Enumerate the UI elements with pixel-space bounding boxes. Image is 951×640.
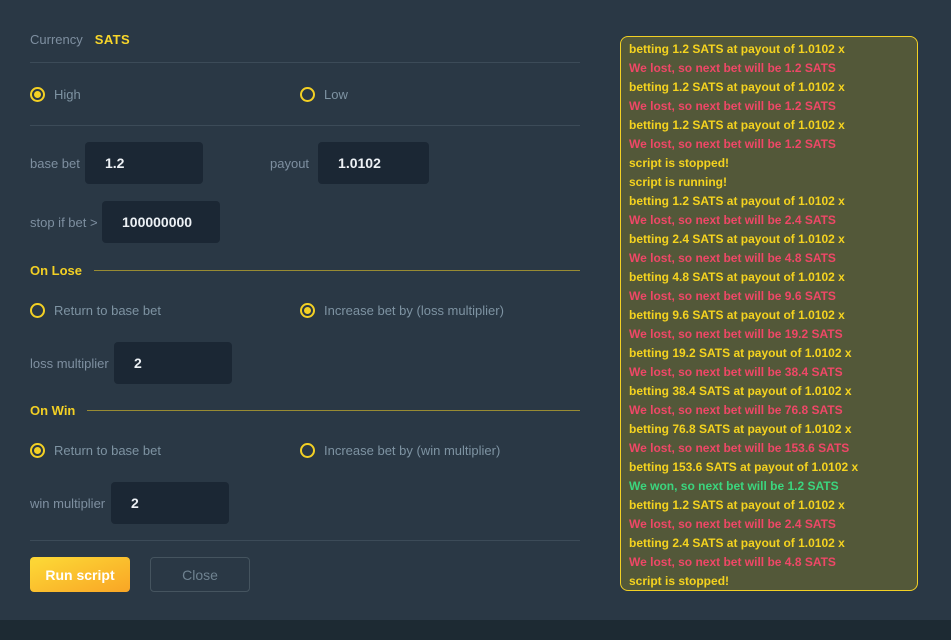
radio-icon[interactable]	[30, 87, 45, 102]
log-line: We lost, so next bet will be 9.6 SATS	[629, 287, 909, 306]
radio-lose-increase-bet[interactable]: Increase bet by (loss multiplier)	[300, 303, 504, 318]
base-bet-label: base bet	[30, 156, 85, 171]
divider	[30, 125, 580, 126]
base-bet-payout-row: base bet payout	[30, 142, 580, 184]
currency-label: Currency	[30, 32, 83, 47]
radio-icon[interactable]	[300, 443, 315, 458]
radio-win-return-to-base[interactable]: Return to base bet	[30, 443, 300, 458]
log-line: We lost, so next bet will be 19.2 SATS	[629, 325, 909, 344]
payout-label: payout	[270, 156, 309, 171]
radio-high-label: High	[54, 87, 81, 102]
log-line: We lost, so next bet will be 1.2 SATS	[629, 135, 909, 154]
log-line: We lost, so next bet will be 2.4 SATS	[629, 211, 909, 230]
close-button[interactable]: Close	[150, 557, 250, 592]
log-line: betting 4.8 SATS at payout of 1.0102 x	[629, 268, 909, 287]
footer-strip	[0, 620, 951, 640]
direction-radio-group: High Low	[30, 86, 580, 102]
log-line: betting 153.6 SATS at payout of 1.0102 x	[629, 458, 909, 477]
on-lose-title: On Lose	[30, 263, 82, 278]
run-script-button[interactable]: Run script	[30, 557, 130, 592]
log-line: script is stopped!	[629, 154, 909, 173]
script-log-console[interactable]: betting 1.2 SATS at payout of 1.0102 xWe…	[620, 36, 918, 591]
radio-icon[interactable]	[300, 303, 315, 318]
on-win-title: On Win	[30, 403, 75, 418]
action-buttons-row: Run script Close	[30, 557, 580, 592]
base-bet-input[interactable]	[85, 142, 203, 184]
log-line: betting 1.2 SATS at payout of 1.0102 x	[629, 78, 909, 97]
radio-low-label: Low	[324, 87, 348, 102]
on-lose-radio-group: Return to base bet Increase bet by (loss…	[30, 302, 580, 318]
log-line: We lost, so next bet will be 38.4 SATS	[629, 363, 909, 382]
log-line: script is running!	[629, 173, 909, 192]
stop-if-bet-label: stop if bet >	[30, 215, 102, 230]
currency-row: Currency SATS	[30, 31, 580, 47]
log-line: betting 2.4 SATS at payout of 1.0102 x	[629, 230, 909, 249]
radio-icon[interactable]	[30, 443, 45, 458]
stop-if-bet-row: stop if bet >	[30, 201, 580, 243]
loss-multiplier-row: loss multiplier	[30, 342, 580, 384]
radio-label: Increase bet by (loss multiplier)	[324, 303, 504, 318]
log-line: We won, so next bet will be 1.2 SATS	[629, 477, 909, 496]
section-rule	[94, 270, 580, 271]
currency-value[interactable]: SATS	[95, 32, 130, 47]
payout-input[interactable]	[318, 142, 429, 184]
loss-multiplier-input[interactable]	[114, 342, 232, 384]
log-line: We lost, so next bet will be 2.4 SATS	[629, 515, 909, 534]
divider	[30, 62, 580, 63]
log-line: betting 1.2 SATS at payout of 1.0102 x	[629, 496, 909, 515]
log-line: betting 38.4 SATS at payout of 1.0102 x	[629, 382, 909, 401]
log-line: We lost, so next bet will be 4.8 SATS	[629, 249, 909, 268]
radio-low[interactable]: Low	[300, 87, 348, 102]
log-line: betting 19.2 SATS at payout of 1.0102 x	[629, 344, 909, 363]
radio-label: Return to base bet	[54, 303, 161, 318]
log-line: We lost, so next bet will be 153.6 SATS	[629, 439, 909, 458]
radio-label: Return to base bet	[54, 443, 161, 458]
radio-win-increase-bet[interactable]: Increase bet by (win multiplier)	[300, 443, 500, 458]
radio-lose-return-to-base[interactable]: Return to base bet	[30, 303, 300, 318]
section-rule	[87, 410, 580, 411]
win-multiplier-input[interactable]	[111, 482, 229, 524]
log-line: script is stopped!	[629, 572, 909, 591]
log-line: betting 9.6 SATS at payout of 1.0102 x	[629, 306, 909, 325]
dice-script-dialog: { "panel": { "currency_label": "Currency…	[0, 0, 951, 640]
win-multiplier-label: win multiplier	[30, 496, 111, 511]
radio-icon[interactable]	[300, 87, 315, 102]
win-multiplier-row: win multiplier	[30, 482, 580, 524]
log-line: We lost, so next bet will be 76.8 SATS	[629, 401, 909, 420]
log-line: betting 1.2 SATS at payout of 1.0102 x	[629, 116, 909, 135]
log-line: We lost, so next bet will be 4.8 SATS	[629, 553, 909, 572]
log-line: betting 2.4 SATS at payout of 1.0102 x	[629, 534, 909, 553]
radio-high[interactable]: High	[30, 87, 300, 102]
on-win-radio-group: Return to base bet Increase bet by (win …	[30, 442, 580, 458]
loss-multiplier-label: loss multiplier	[30, 356, 114, 371]
log-line: betting 76.8 SATS at payout of 1.0102 x	[629, 420, 909, 439]
log-line: We lost, so next bet will be 1.2 SATS	[629, 59, 909, 78]
on-win-section-header: On Win	[30, 402, 580, 419]
divider	[30, 540, 580, 541]
radio-icon[interactable]	[30, 303, 45, 318]
log-line: betting 1.2 SATS at payout of 1.0102 x	[629, 192, 909, 211]
stop-if-bet-input[interactable]	[102, 201, 220, 243]
script-settings-panel: Currency SATS High Low base bet payout s…	[30, 0, 580, 592]
radio-label: Increase bet by (win multiplier)	[324, 443, 500, 458]
log-line: We lost, so next bet will be 1.2 SATS	[629, 97, 909, 116]
on-lose-section-header: On Lose	[30, 262, 580, 279]
log-line: betting 1.2 SATS at payout of 1.0102 x	[629, 40, 909, 59]
